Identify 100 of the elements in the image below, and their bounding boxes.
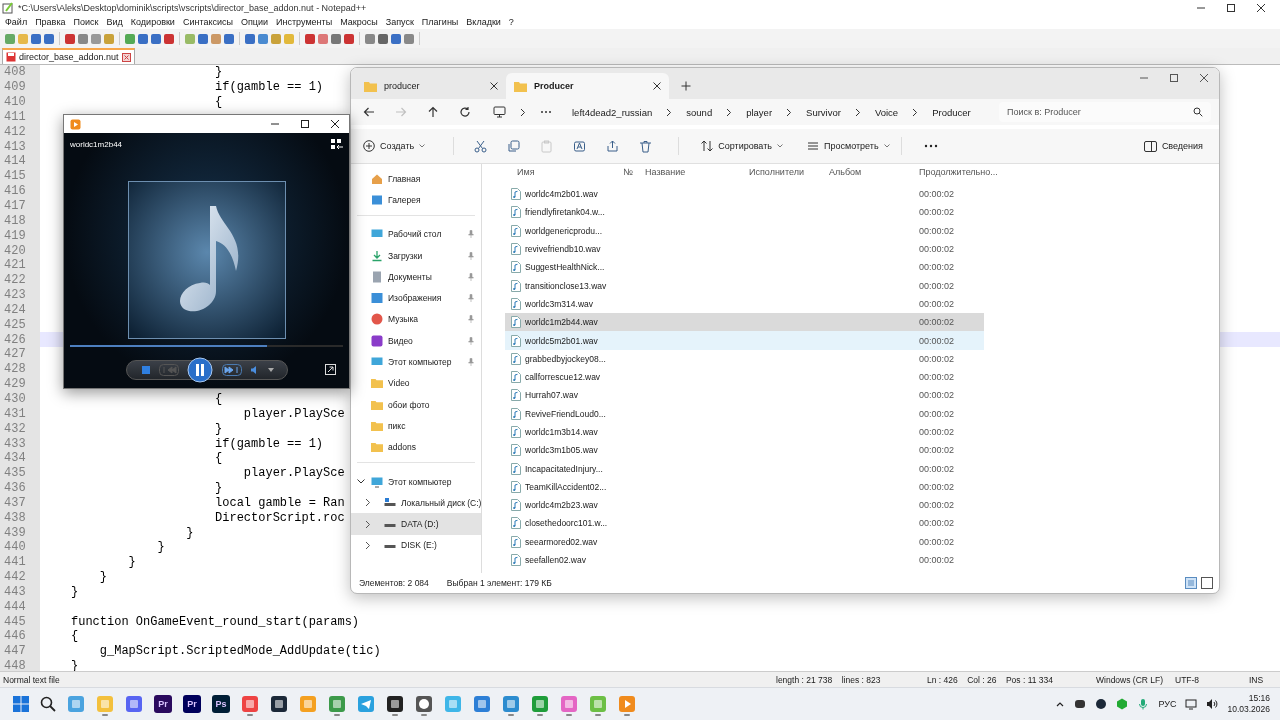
toolbar-icon[interactable] <box>211 33 221 44</box>
menu-item[interactable]: ? <box>508 17 514 27</box>
file-name[interactable]: worldc3m314.wav <box>525 298 594 309</box>
menu-item[interactable]: Плагины <box>421 17 459 27</box>
media-player-icon[interactable] <box>618 695 636 713</box>
menu-item[interactable]: Запуск <box>385 17 414 27</box>
scissors-icon[interactable] <box>474 139 488 153</box>
toolbar-icon[interactable] <box>224 33 234 44</box>
sidebar-item[interactable]: Галерея <box>351 189 481 211</box>
expand-icon[interactable] <box>325 364 336 375</box>
file-name[interactable]: grabbedbyjockey08... <box>525 353 606 364</box>
app-tile[interactable]: Pr <box>183 695 201 713</box>
toolbar-icon[interactable] <box>198 33 208 44</box>
toolbar-icon[interactable] <box>151 33 161 44</box>
up-arrow-icon[interactable] <box>427 106 439 118</box>
sort-button[interactable]: Сортировать <box>699 137 785 155</box>
sidebar-item[interactable]: Рабочий стол <box>351 223 481 245</box>
file-name[interactable]: worldc1m2b44.wav <box>525 317 598 328</box>
toolbar-icon[interactable] <box>331 33 341 44</box>
refresh-icon[interactable] <box>459 106 471 118</box>
menu-item[interactable]: Инструменты <box>276 17 333 27</box>
new-button[interactable]: Создать <box>361 137 428 155</box>
file-name[interactable]: worldc4m2b23.wav <box>525 500 598 511</box>
sidebar-item[interactable]: Документы <box>351 266 481 288</box>
sidebar-item[interactable]: Этот компьютер <box>351 470 481 493</box>
breadcrumb-item[interactable]: Voice <box>874 106 899 118</box>
switch-view-icon[interactable] <box>331 138 343 150</box>
chevron-icon[interactable] <box>365 519 371 529</box>
app-icon[interactable] <box>560 695 578 713</box>
file-name[interactable]: worldgenericprodu... <box>525 225 602 236</box>
sidebar-item[interactable]: Главная <box>351 168 481 190</box>
view-button[interactable]: Просмотреть <box>805 134 904 158</box>
column-header[interactable]: Имя <box>505 167 623 177</box>
file-name[interactable]: worldc4m2b01.wav <box>525 189 598 200</box>
file-name[interactable]: Hurrah07.wav <box>525 390 578 401</box>
toolbar-icon[interactable] <box>245 33 255 44</box>
chevron-right-icon[interactable] <box>786 107 793 117</box>
sidebar-item[interactable]: Этот компьютер <box>351 351 481 373</box>
chevron-right-icon[interactable] <box>912 107 919 117</box>
chevron-right-icon[interactable] <box>854 107 861 117</box>
breadcrumb-item[interactable]: player <box>746 106 773 118</box>
sidebar-item[interactable]: Локальный диск (C:) <box>351 492 481 514</box>
details-button[interactable]: Сведения <box>1141 137 1205 155</box>
toolbar-icon[interactable] <box>138 33 148 44</box>
toolbar-icon[interactable] <box>258 33 268 44</box>
menu-item[interactable]: Поиск <box>73 17 99 27</box>
menu-item[interactable]: Макросы <box>340 17 378 27</box>
start-icon[interactable] <box>13 696 29 712</box>
close-icon[interactable] <box>1199 73 1209 83</box>
toolbar-icon[interactable] <box>65 33 75 44</box>
search-field[interactable]: Поиск в: Producer <box>999 102 1211 122</box>
sidebar-item[interactable]: пикс <box>351 415 481 437</box>
maximize-icon[interactable] <box>1169 73 1179 83</box>
more-icon[interactable] <box>923 144 938 148</box>
menu-item[interactable]: Правка <box>35 17 66 27</box>
chevron-right-icon[interactable] <box>726 107 733 117</box>
sidebar-item[interactable]: Музыка <box>351 308 481 331</box>
trash-icon[interactable] <box>639 139 653 153</box>
explorer-tab[interactable]: producer <box>356 73 506 99</box>
toolbar-icon[interactable] <box>318 33 328 44</box>
copy-icon[interactable] <box>507 139 521 153</box>
file-name[interactable]: revivefriendb10.wav <box>525 244 601 255</box>
sidebar-item[interactable]: DATA (D:) <box>351 513 481 535</box>
plus-icon[interactable] <box>681 81 691 91</box>
language-indicator[interactable]: РУС <box>1158 699 1177 709</box>
close-icon[interactable] <box>653 82 661 90</box>
tiles-view-icon[interactable] <box>1201 577 1213 589</box>
close-icon[interactable] <box>490 82 498 90</box>
clock-time[interactable]: 15:16 <box>1248 693 1270 704</box>
toolbar-icon[interactable] <box>44 33 54 44</box>
column-header[interactable]: Исполнители <box>749 167 829 177</box>
toolbar-icon[interactable] <box>31 33 41 44</box>
file-name[interactable]: worldc5m2b01.wav <box>525 335 598 346</box>
close-icon[interactable] <box>330 119 340 129</box>
share-icon[interactable] <box>606 139 620 153</box>
caret-icon[interactable] <box>268 368 275 372</box>
menu-item[interactable]: Файл <box>5 17 28 27</box>
back-arrow-icon[interactable] <box>363 106 375 118</box>
sidebar-item[interactable]: DISK (E:) <box>351 534 481 557</box>
maximize-icon[interactable] <box>1226 2 1236 13</box>
menu-item[interactable]: Вкладки <box>466 17 501 27</box>
file-name[interactable]: seefallen02.wav <box>525 555 586 566</box>
file-name[interactable]: ReviveFriendLoud0... <box>525 408 606 419</box>
file-name[interactable]: closethedoorc101.w... <box>525 518 608 529</box>
breadcrumb-item[interactable]: left4dead2_russian <box>572 106 653 118</box>
toolbar-icon[interactable] <box>404 33 414 44</box>
close-icon[interactable] <box>1256 2 1266 13</box>
file-name[interactable]: TeamKillAccident02... <box>525 481 607 492</box>
sidebar-item[interactable]: Изображения <box>351 287 481 309</box>
hexagon-icon[interactable] <box>1116 698 1129 710</box>
menu-item[interactable]: Вид <box>106 17 123 27</box>
breadcrumb-item[interactable]: Producer <box>932 106 971 118</box>
toolbar-icon[interactable] <box>378 33 388 44</box>
paper-plane-icon[interactable] <box>357 695 375 713</box>
file-name[interactable]: friendlyfiretank04.w... <box>525 207 605 218</box>
stop-icon[interactable] <box>140 365 151 375</box>
toolbar-icon[interactable] <box>391 33 401 44</box>
explorer-tab[interactable]: Producer <box>506 73 669 99</box>
file-name[interactable]: seearmored02.wav <box>525 536 598 547</box>
microphone-icon[interactable] <box>1137 698 1150 710</box>
